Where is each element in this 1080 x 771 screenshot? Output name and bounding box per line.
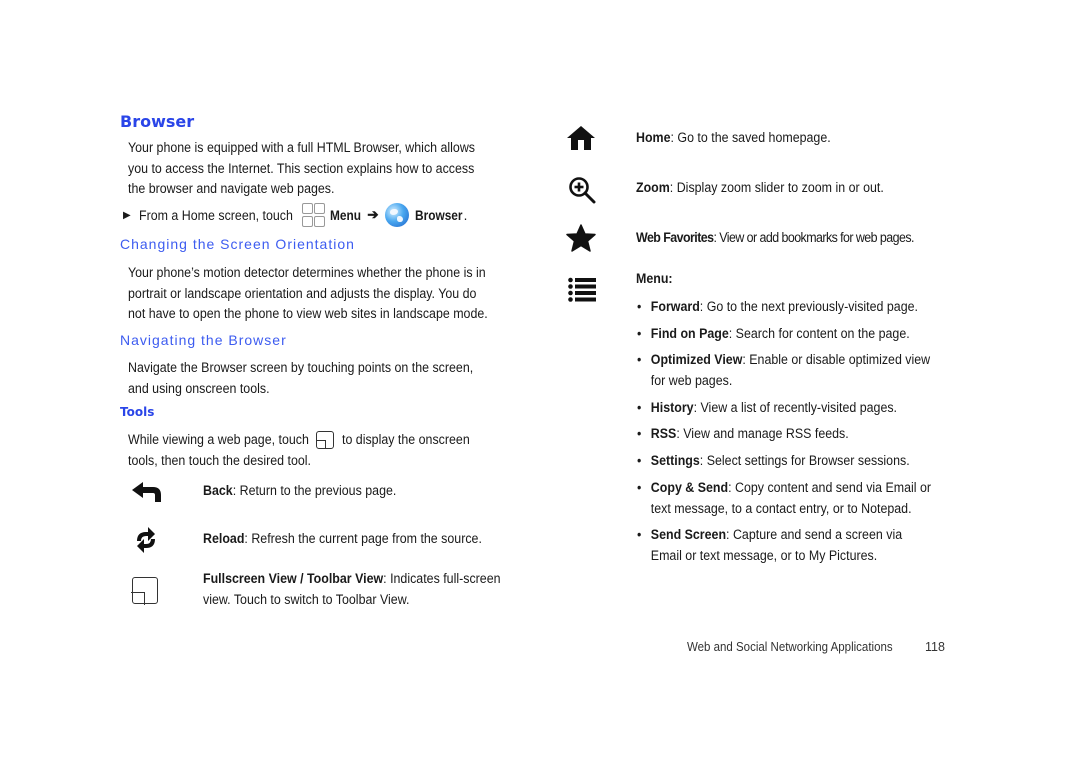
navigating-paragraph: Navigate the Browser screen by touching … — [128, 358, 473, 399]
step-triangle-icon: ▶ — [123, 209, 131, 221]
menu-label: Menu: — [636, 271, 673, 286]
fullscreen-inline-icon — [315, 430, 334, 449]
tools-intro-before: While viewing a web page, touch — [128, 432, 309, 447]
tool-name: Back — [203, 483, 233, 498]
orientation-heading: Changing the Screen Orientation — [120, 236, 355, 252]
tools-intro-after: to display the onscreen — [341, 432, 470, 447]
browser-label: Browser — [414, 207, 463, 223]
menu-item-name: Send Screen — [650, 527, 727, 542]
tool-name: Reload — [203, 531, 245, 546]
menu-item-desc: : Go to the next previously-visited page… — [699, 299, 918, 314]
tool-desc: : Indicates full-screen — [383, 571, 501, 586]
intro-line: you to access the Internet. This section… — [128, 160, 475, 176]
menu-item-desc: : Search for content on the page. — [728, 326, 910, 341]
orientation-line: portrait or landscape orientation and ad… — [128, 285, 477, 301]
home-icon — [566, 125, 596, 156]
menu-item-desc: : Enable or disable optimized view — [742, 352, 931, 367]
navigating-line: Navigate the Browser screen by touching … — [128, 360, 474, 375]
page-number: 118 — [925, 640, 945, 654]
intro-paragraph: Your phone is equipped with a full HTML … — [128, 138, 475, 200]
bullet-icon: • — [637, 326, 642, 341]
menu-list-icon — [568, 277, 596, 308]
orientation-line: Your phone’s motion detector determines … — [128, 265, 486, 280]
step-suffix: . — [463, 207, 468, 223]
back-arrow-icon — [131, 481, 163, 508]
step-instruction: ▶ From a Home screen, touch Menu ➔ Brows… — [123, 203, 467, 227]
tool-desc: : View or add bookmarks for web pages. — [713, 230, 914, 245]
menu-item-desc: : Copy content and send via Email or — [728, 480, 932, 495]
reload-icon — [133, 525, 159, 560]
menu-item-desc: : Capture and send a screen via — [726, 527, 903, 542]
menu-label: Menu — [330, 207, 362, 223]
menu-item-desc: : Select settings for Browser sessions. — [699, 453, 910, 468]
tool-item-zoom: Zoom: Display zoom slider to zoom in or … — [636, 178, 884, 199]
tool-desc: : Refresh the current page from the sour… — [244, 531, 482, 546]
footer-chapter: Web and Social Networking Applications — [687, 640, 893, 654]
navigating-heading: Navigating the Browser — [120, 332, 287, 348]
menu-item-desc: : View and manage RSS feeds. — [676, 426, 849, 441]
apps-grid-icon — [302, 203, 326, 227]
menu-item-name: Optimized View — [650, 352, 743, 367]
orientation-paragraph: Your phone’s motion detector determines … — [128, 263, 488, 325]
zoom-in-icon — [568, 176, 596, 209]
tool-item-favorites: Web Favorites: View or add bookmarks for… — [636, 228, 914, 249]
tools-intro-line2: tools, then touch the desired tool. — [128, 453, 311, 468]
tool-item-fullscreen: Fullscreen View / Toolbar View: Indicate… — [203, 569, 501, 610]
tool-item-back: Back: Return to the previous page. — [203, 481, 396, 502]
browser-globe-icon — [384, 203, 409, 227]
tool-item-reload: Reload: Refresh the current page from th… — [203, 529, 482, 550]
menu-item-desc-line2: for web pages. — [650, 373, 733, 388]
navigating-line: and using onscreen tools. — [128, 380, 270, 396]
menu-item-desc: : View a list of recently-visited pages. — [693, 400, 898, 415]
intro-line: Your phone is equipped with a full HTML … — [128, 140, 476, 155]
tool-name: Zoom — [636, 180, 670, 195]
arrow-icon: ➔ — [367, 207, 379, 222]
bullet-icon: • — [637, 299, 642, 314]
tool-name: Home — [636, 130, 671, 145]
orientation-line: not have to open the phone to view web s… — [128, 306, 488, 321]
tool-desc: : Go to the saved homepage. — [670, 130, 831, 145]
tools-intro: While viewing a web page, touch to displ… — [128, 429, 480, 471]
bullet-icon: • — [637, 527, 642, 542]
step-prefix: From a Home screen, touch — [138, 207, 293, 223]
tool-item-home: Home: Go to the saved homepage. — [636, 128, 831, 149]
tool-desc-line2: view. Touch to switch to Toolbar View. — [203, 591, 410, 607]
bullet-icon: • — [637, 453, 642, 468]
menu-item-name: Settings — [650, 453, 700, 468]
bullet-icon: • — [637, 400, 642, 415]
fullscreen-icon — [131, 577, 158, 605]
menu-item-name: Forward — [650, 299, 700, 314]
tool-name: Fullscreen View / Toolbar View — [203, 571, 384, 586]
tool-desc: : Return to the previous page. — [232, 483, 397, 498]
menu-item-name: Copy & Send — [650, 480, 729, 495]
menu-item-name: Find on Page — [650, 326, 729, 341]
tool-desc: : Display zoom slider to zoom in or out. — [669, 180, 884, 195]
bullet-icon: • — [637, 480, 642, 495]
menu-item-desc-line2: Email or text message, or to My Pictures… — [650, 548, 878, 563]
menu-item-name: History — [650, 400, 694, 415]
tools-heading: Tools — [120, 405, 155, 419]
star-icon — [566, 224, 596, 257]
menu-item-name: RSS — [650, 426, 677, 441]
intro-line: the browser and navigate web pages. — [128, 181, 335, 196]
bullet-icon: • — [637, 426, 642, 441]
bullet-icon: • — [637, 352, 642, 367]
section-title: Browser — [120, 112, 195, 131]
menu-item-desc-line2: text message, to a contact entry, or to … — [650, 501, 912, 516]
tool-name: Web Favorites — [636, 230, 714, 245]
